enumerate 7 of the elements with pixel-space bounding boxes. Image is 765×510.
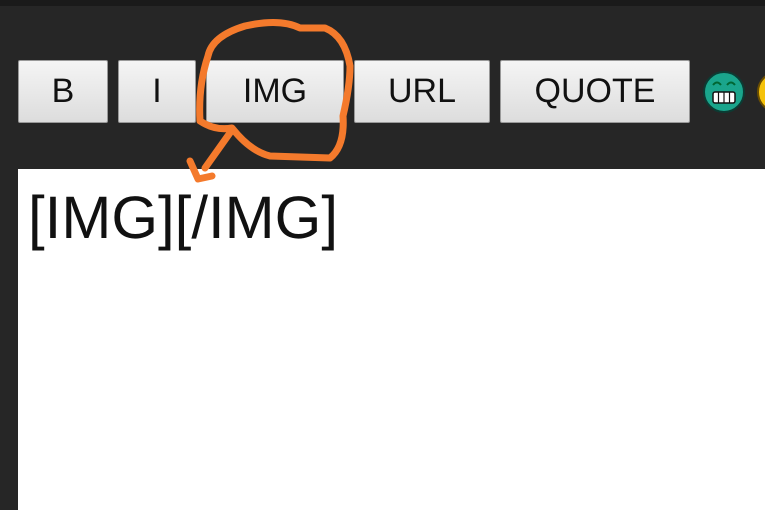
format-button[interactable]: URL — [354, 60, 490, 123]
grinning-smiley-icon[interactable] — [702, 70, 746, 114]
format-button[interactable]: QUOTE — [500, 60, 690, 123]
format-button[interactable]: B — [18, 60, 108, 123]
format-button[interactable]: IMG — [206, 60, 344, 123]
format-button[interactable]: I — [118, 60, 196, 123]
message-field[interactable]: [IMG][/IMG] — [18, 169, 765, 510]
